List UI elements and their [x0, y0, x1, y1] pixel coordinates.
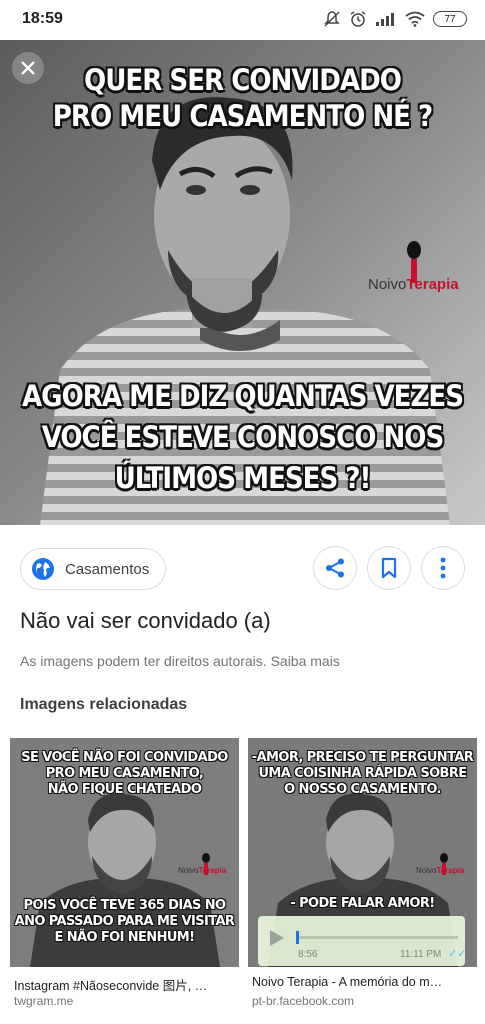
related-caption-1[interactable]: Instagram #Nãoseconvide 图片, … — [14, 975, 238, 994]
brand-logo: NoivoTerapia — [368, 276, 459, 293]
status-time: 18:59 — [22, 10, 63, 27]
thumb-brand-logo: NoivoTerapia — [178, 866, 227, 875]
status-bar: 18:59 77 — [0, 0, 485, 40]
meme-top-text: QUER SER CONVIDADO PRO MEU CASAMENTO NÉ … — [52, 63, 433, 133]
audio-progress-thumb — [296, 931, 299, 944]
thumb-bottom-text: - PODE FALAR AMOR! — [290, 896, 435, 911]
thumb-top-text: -AMOR, PRECISO TE PERGUNTAR UMA COISINHA… — [251, 750, 474, 797]
wifi-icon — [405, 11, 425, 27]
thumb-bottom-text: POIS VOCÊ TEVE 365 DIAS NO ANO PASSADO P… — [14, 898, 235, 945]
close-button[interactable] — [12, 52, 44, 84]
chip-label: Casamentos — [65, 560, 150, 578]
source-chip[interactable]: Casamentos — [20, 548, 167, 590]
signal-icon — [376, 13, 394, 26]
share-button[interactable] — [313, 546, 357, 590]
bookmark-icon — [381, 557, 397, 579]
related-source-1: twgram.me — [14, 994, 74, 1008]
thumb-top-text: SE VOCÊ NÃO FOI CONVIDADO PRO MEU CASAME… — [21, 750, 228, 797]
more-options-button[interactable] — [421, 546, 465, 590]
audio-progress-track — [298, 936, 458, 939]
save-button[interactable] — [367, 546, 411, 590]
image-title: Não vai ser convidado (a) — [20, 608, 271, 633]
related-source-2: pt-br.facebook.com — [252, 994, 355, 1008]
audio-duration: 8:56 — [298, 949, 318, 960]
copyright-notice[interactable]: As imagens podem ter direitos autorais. … — [20, 653, 340, 669]
related-image-1[interactable]: SE VOCÊ NÃO FOI CONVIDADO PRO MEU CASAME… — [10, 738, 239, 967]
mute-icon — [324, 11, 340, 27]
battery-icon: 77 — [433, 11, 467, 27]
hero-image[interactable]: QUER SER CONVIDADO PRO MEU CASAMENTO NÉ … — [0, 40, 485, 525]
battery-level: 77 — [444, 13, 456, 25]
audio-time: 11:11 PM — [400, 949, 442, 960]
share-icon — [326, 558, 344, 578]
more-vert-icon — [440, 557, 446, 579]
related-caption-2[interactable]: Noivo Terapia - A memória do m… — [252, 975, 476, 989]
meme-bottom-text: AGORA ME DIZ QUANTAS VEZES VOCÊ ESTEVE C… — [21, 379, 464, 495]
audio-message: 8:56 11:11 PM ✓✓ — [258, 916, 467, 966]
globe-icon — [32, 558, 54, 580]
related-images-heading: Imagens relacionadas — [20, 696, 188, 713]
thumb-brand-logo: NoivoTerapia — [416, 866, 465, 875]
play-icon — [270, 930, 284, 946]
alarm-icon — [350, 11, 366, 27]
read-check-icon: ✓✓ — [448, 948, 467, 960]
status-icons: 77 — [323, 9, 467, 29]
related-image-2[interactable]: -AMOR, PRECISO TE PERGUNTAR UMA COISINHA… — [248, 738, 477, 967]
close-icon — [21, 61, 35, 75]
